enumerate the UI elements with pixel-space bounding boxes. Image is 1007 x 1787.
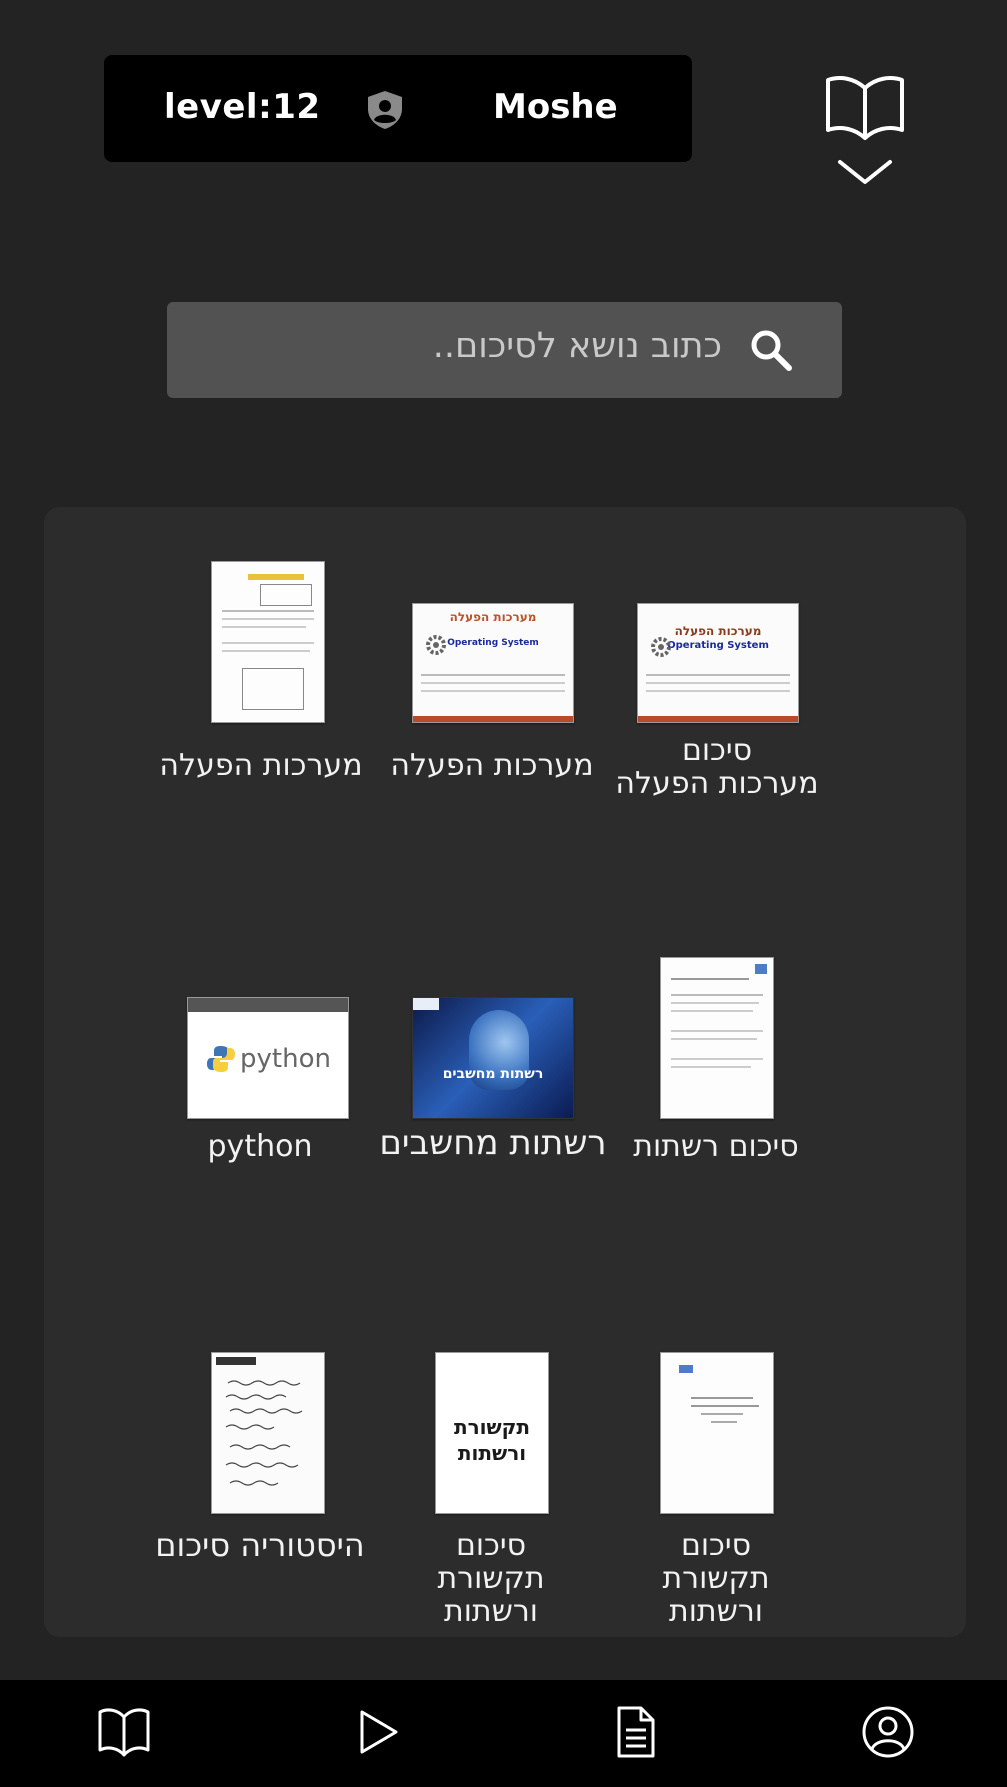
username: Moshe	[493, 87, 618, 127]
item-thumbnail: מערכות הפעלה Operating System	[412, 603, 574, 723]
bottom-nav	[0, 1680, 1007, 1787]
item-caption: סיכום תקשורת ורשתות	[662, 1528, 770, 1629]
item-caption: python	[207, 1129, 313, 1164]
item-thumbnail: python	[187, 997, 349, 1119]
item-caption: מערכות הפעלה	[390, 748, 594, 783]
item-thumbnail: רשתות מחשבים	[412, 997, 574, 1119]
item-thumbnail	[211, 1352, 325, 1514]
thumb-title: רשתות מחשבים	[442, 1066, 544, 1082]
book-open-icon	[826, 76, 904, 184]
search-icon[interactable]	[747, 326, 797, 376]
item-thumbnail: תקשורת ורשתות	[435, 1352, 549, 1514]
app-root: level:12 Moshe כתוב נושא לסיכום.. מערכות…	[0, 0, 1007, 1787]
item-thumbnail: מערכות הפעלה Operating System	[637, 603, 799, 723]
document-icon[interactable]	[607, 1704, 663, 1760]
item-caption: רשתות מחשבים	[379, 1123, 607, 1163]
item-caption: היסטוריה סיכום	[155, 1526, 365, 1564]
item-caption: סיכום תקשורת ורשתות	[437, 1528, 545, 1629]
thumb-title-line2: ורשתות	[457, 1441, 527, 1465]
book-icon[interactable]	[96, 1704, 152, 1760]
gear-icon	[426, 635, 446, 655]
shield-user-icon	[368, 91, 402, 129]
item-caption: סיכום מערכות הפעלה	[615, 733, 819, 801]
summaries-grid: מערכות הפעלה Operating System סיכום מערכ…	[44, 507, 966, 1637]
profile-bar[interactable]: level:12 Moshe	[104, 55, 692, 162]
user-circle-icon[interactable]	[860, 1704, 916, 1760]
search-input[interactable]: כתוב נושא לסיכום..	[167, 302, 842, 398]
search-placeholder: כתוב נושא לסיכום..	[432, 326, 722, 366]
gear-icon	[651, 637, 671, 657]
thumb-title: מערכות הפעלה	[449, 610, 537, 624]
item-thumbnail	[660, 957, 774, 1119]
item-caption: מערכות הפעלה	[159, 748, 363, 783]
item-thumbnail	[211, 561, 325, 723]
chevron-down-icon	[838, 160, 892, 184]
play-icon[interactable]	[350, 1704, 406, 1760]
level-label: level:12	[164, 87, 321, 127]
python-logo-icon	[207, 1046, 235, 1072]
book-menu-button[interactable]	[820, 70, 910, 190]
item-caption: סיכום רשתות	[633, 1129, 799, 1164]
item-thumbnail	[660, 1352, 774, 1514]
handwriting-scribble	[225, 1380, 303, 1486]
thumb-title: python	[240, 1044, 331, 1074]
thumb-title: תקשורת	[453, 1415, 531, 1439]
